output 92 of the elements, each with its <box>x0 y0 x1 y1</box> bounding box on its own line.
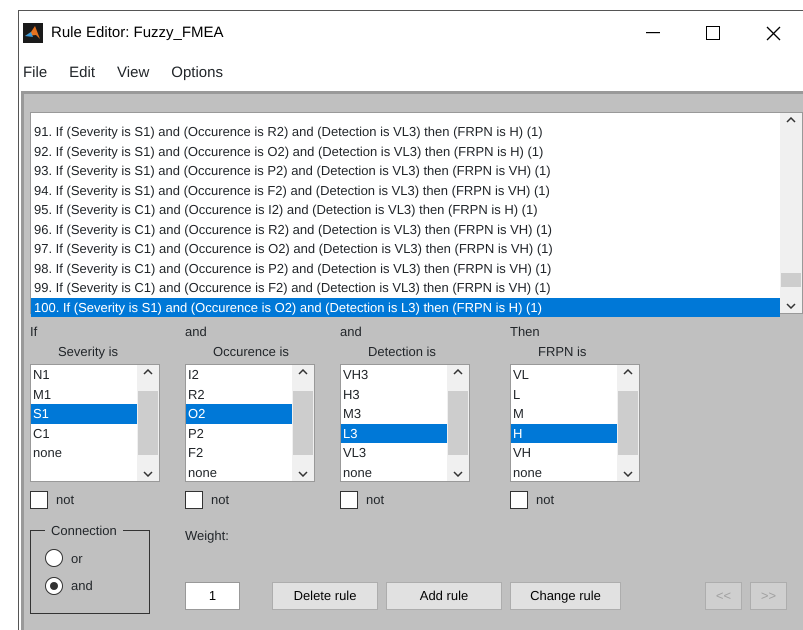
scrollbar[interactable] <box>137 365 159 481</box>
action-button[interactable]: Change rule <box>510 582 621 610</box>
scrollbar-thumb[interactable] <box>293 391 313 455</box>
rule-row[interactable]: 96. If (Severity is C1) and (Occurence is R2) and (Detection is VL3) then (FRPN is VH) (1) <box>31 220 780 239</box>
app-logo-icon <box>23 23 43 43</box>
radio-button[interactable] <box>45 576 63 595</box>
option-item[interactable]: none <box>186 462 292 481</box>
option-item[interactable]: N1 <box>31 365 137 384</box>
weight-label: Weight: <box>185 526 230 545</box>
connector-label: and <box>185 323 208 341</box>
option-item[interactable]: VH3 <box>341 365 447 384</box>
chevron-up-icon <box>786 117 796 123</box>
rule-row[interactable]: 95. If (Severity is C1) and (Occurence is I2) and (Detection is VL3) then (FRPN is H) (1) <box>31 200 780 220</box>
window-title: Rule Editor: Fuzzy_FMEA <box>51 22 225 43</box>
not-checkbox[interactable] <box>30 490 48 509</box>
chevron-up-icon <box>623 369 633 375</box>
connector-label: If <box>30 323 38 341</box>
rule-row[interactable]: 93. If (Severity is S1) and (Occurence is P2) and (Detection is VL3) then (FRPN is VH) (1) <box>31 161 780 180</box>
minimize-icon <box>646 32 660 34</box>
chevron-down-icon <box>298 471 308 477</box>
scrollbar[interactable] <box>780 113 802 313</box>
variable-label: Occurence is <box>212 343 290 361</box>
option-item[interactable]: S1 <box>31 404 137 424</box>
menu-item[interactable]: Edit <box>65 62 106 84</box>
radio-label: or <box>71 550 83 568</box>
chevron-up-icon <box>453 369 463 375</box>
variable-label: Severity is <box>57 343 119 361</box>
scrollbar-thumb[interactable] <box>618 391 638 455</box>
option-item[interactable]: none <box>511 462 617 481</box>
checkbox-label: not <box>536 491 554 509</box>
chevron-down-icon <box>143 471 153 477</box>
connector-label: and <box>340 323 363 341</box>
option-item[interactable]: M <box>511 404 617 424</box>
scrollbar[interactable] <box>292 365 314 481</box>
scrollbar[interactable] <box>617 365 639 481</box>
option-item[interactable]: VH <box>511 443 617 462</box>
rule-row[interactable]: 91. If (Severity is S1) and (Occurence is R2) and (Detection is VL3) then (FRPN is H) (1) <box>31 122 780 142</box>
menu-item[interactable]: Options <box>167 62 233 84</box>
checkbox-label: not <box>366 491 384 509</box>
option-item[interactable]: M1 <box>31 384 137 404</box>
option-item[interactable]: L3 <box>341 424 447 443</box>
variable-label: Detection is <box>367 343 437 361</box>
scrollbar-thumb[interactable] <box>781 273 801 287</box>
rule-row[interactable]: 94. If (Severity is S1) and (Occurence is F2) and (Detection is VL3) then (FRPN is VH) (1) <box>31 180 780 200</box>
option-listbox[interactable]: VH3 H3 M3 L3 VL3 none <box>340 364 470 482</box>
rule-row[interactable]: 97. If (Severity is C1) and (Occurence is O2) and (Detection is VL3) then (FRPN is VH) (1) <box>31 239 780 258</box>
not-checkbox[interactable] <box>340 490 358 509</box>
action-button[interactable]: Delete rule <box>272 582 378 610</box>
scrollbar-thumb[interactable] <box>448 391 468 455</box>
chevron-down-icon <box>786 303 796 309</box>
weight-field[interactable]: 1 <box>185 582 240 610</box>
rule-list[interactable] <box>30 112 803 314</box>
option-item[interactable]: R2 <box>186 384 292 404</box>
close-icon <box>766 26 780 40</box>
checkbox-label: not <box>211 491 230 509</box>
option-item[interactable]: VL3 <box>341 443 447 462</box>
rule-row[interactable]: 99. If (Severity is C1) and (Occurence is F2) and (Detection is VL3) then (FRPN is VH) (1) <box>31 278 780 298</box>
option-item[interactable]: C1 <box>31 424 137 443</box>
option-item[interactable]: O2 <box>186 404 292 424</box>
not-checkbox[interactable] <box>185 490 203 509</box>
option-listbox[interactable]: VL L M H VH none <box>510 364 640 482</box>
option-item[interactable]: VL <box>511 365 617 384</box>
option-item[interactable]: H <box>511 424 617 443</box>
scrollbar[interactable] <box>447 365 469 481</box>
option-item[interactable]: M3 <box>341 404 447 424</box>
action-button[interactable]: Add rule <box>386 582 502 610</box>
radio-button[interactable] <box>45 549 63 568</box>
rule-row[interactable]: 92. If (Severity is S1) and (Occurence is O2) and (Detection is VL3) then (FRPN is H) (1) <box>31 142 780 161</box>
option-item[interactable]: L <box>511 384 617 404</box>
option-listbox[interactable]: N1 M1 S1 C1 none <box>30 364 160 482</box>
menu-item[interactable]: File <box>19 62 58 84</box>
checkbox-label: not <box>56 491 74 509</box>
chevron-up-icon <box>143 369 153 375</box>
rule-row[interactable]: 98. If (Severity is C1) and (Occurence is P2) and (Detection is VL3) then (FRPN is VH) (1) <box>31 258 780 278</box>
scrollbar-thumb[interactable] <box>138 391 158 455</box>
option-item[interactable]: I2 <box>186 365 292 384</box>
variable-label: FRPN is <box>537 343 588 361</box>
chevron-down-icon <box>623 471 633 477</box>
option-item[interactable]: P2 <box>186 424 292 443</box>
option-item[interactable]: H3 <box>341 384 447 404</box>
not-checkbox[interactable] <box>510 490 528 509</box>
chevron-up-icon <box>298 369 308 375</box>
menu-item[interactable]: View <box>113 62 160 84</box>
option-item[interactable]: none <box>31 443 137 462</box>
option-item[interactable]: none <box>341 462 447 481</box>
option-item[interactable]: F2 <box>186 443 292 462</box>
chevron-down-icon <box>453 471 463 477</box>
maximize-icon <box>706 26 720 40</box>
rule-row[interactable]: 100. If (Severity is S1) and (Occurence is O2) and (Detection is L3) then (FRPN is H) (1) <box>31 298 780 317</box>
radio-label: and <box>71 577 93 595</box>
connector-label: Then <box>510 323 541 341</box>
option-listbox[interactable]: I2 R2 O2 P2 F2 none <box>185 364 315 482</box>
